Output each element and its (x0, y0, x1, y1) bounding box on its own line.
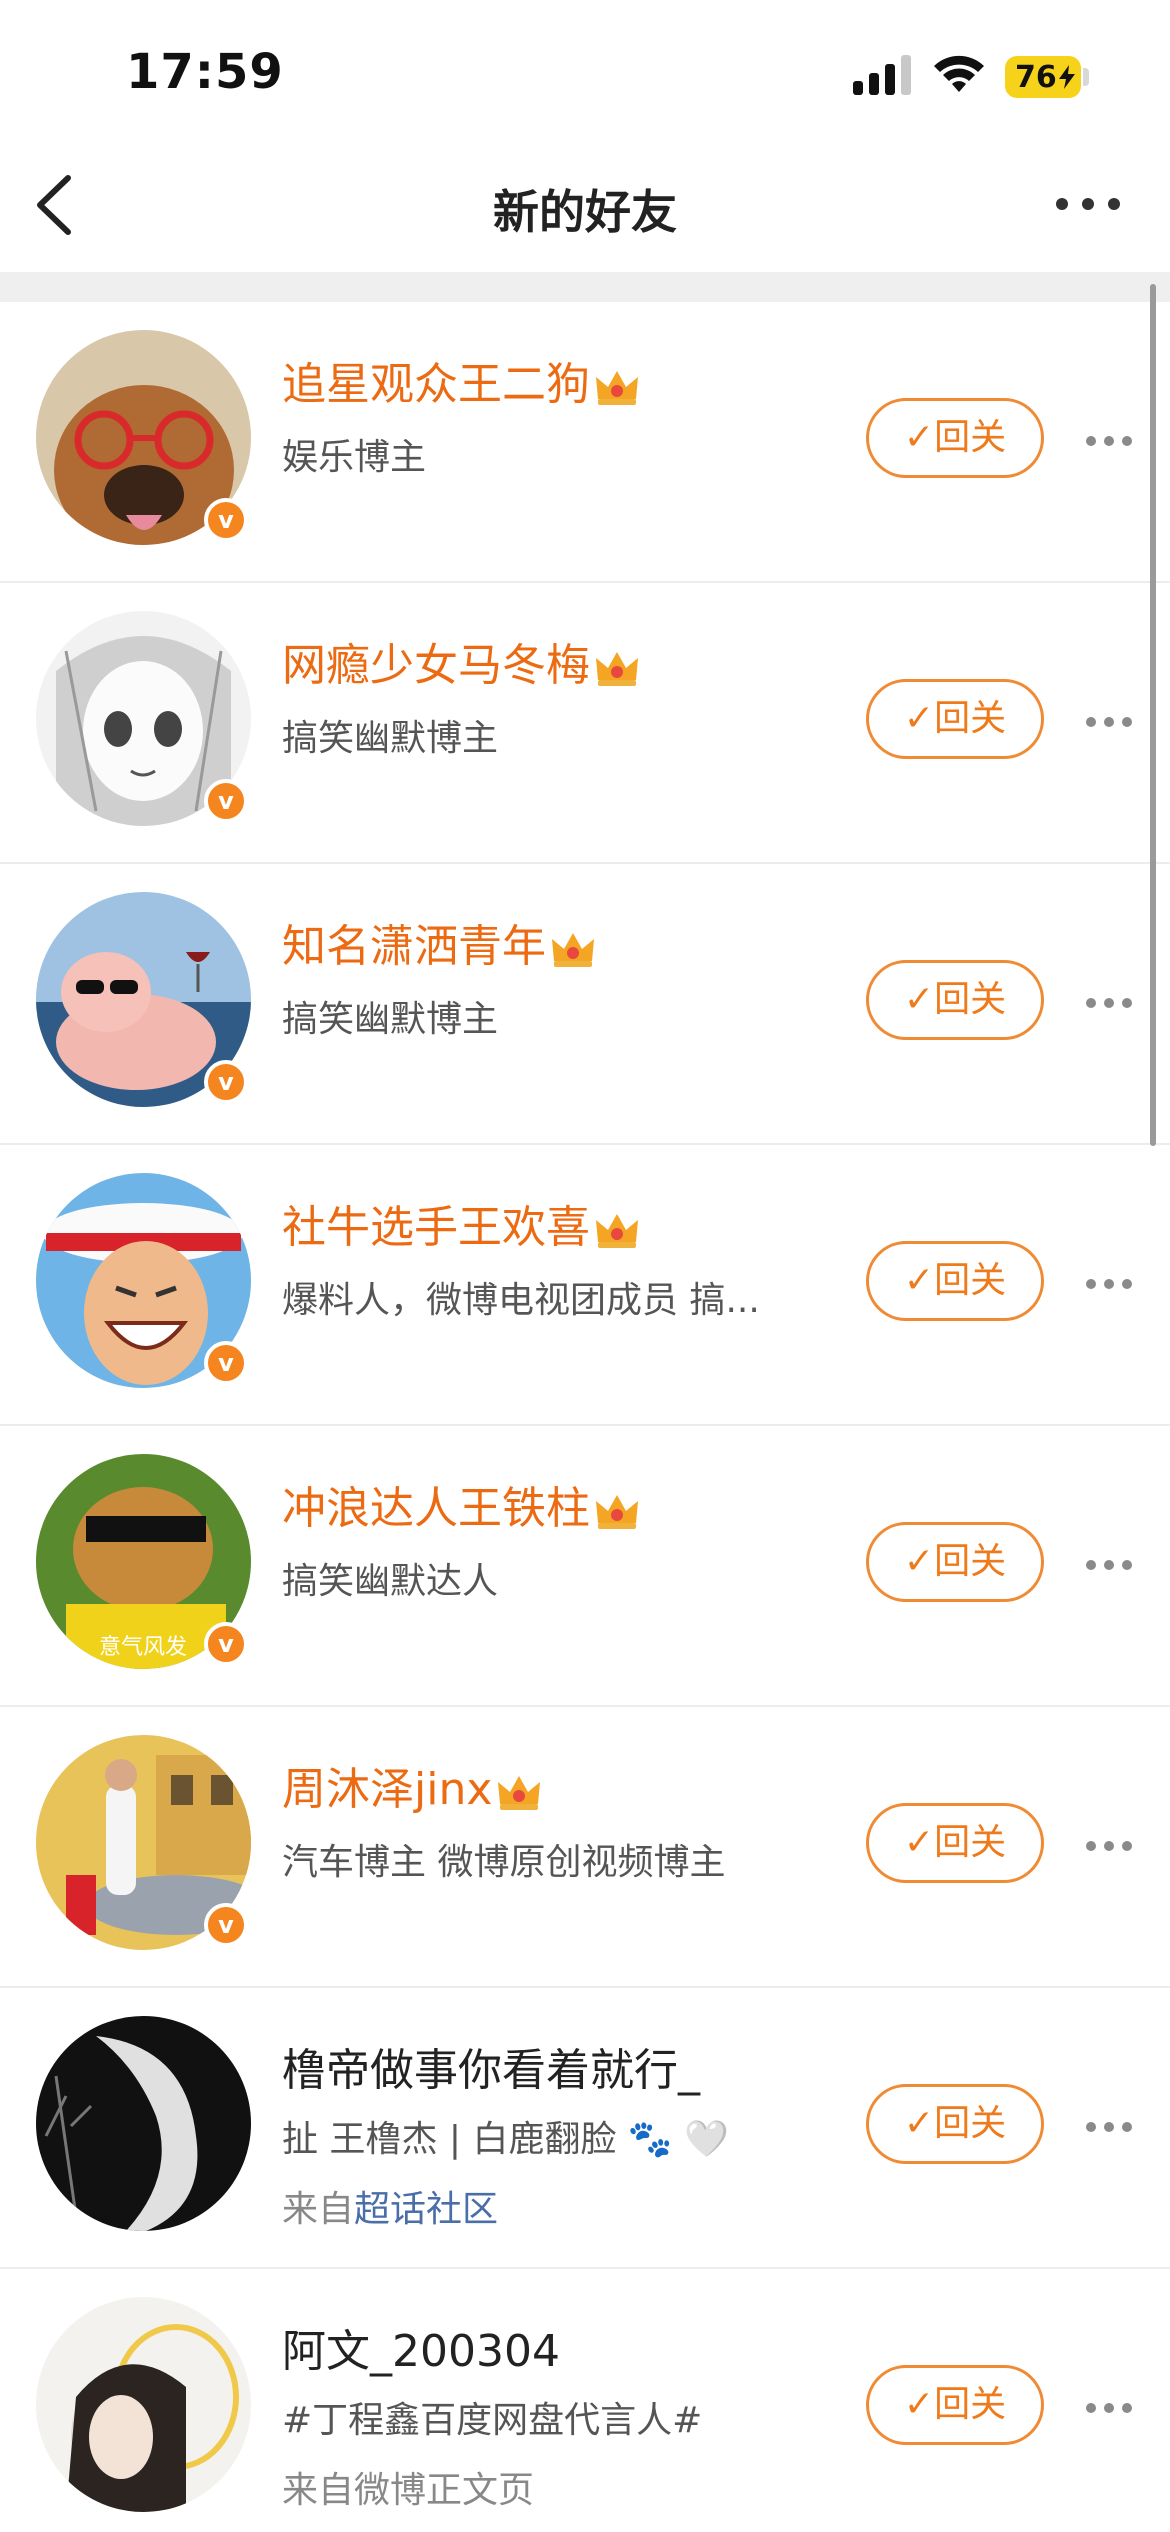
list-item[interactable]: 橹帝做事你看着就行_ 扯 王橹杰 | 白鹿翻脸 🐾 🤍 来自超话社区 ✓回关 (0, 1988, 1170, 2269)
row-more-icon[interactable] (1086, 2399, 1132, 2419)
user-description: 搞笑幽默博主 (282, 999, 499, 1040)
user-name-text: 知名潇洒青年 (282, 921, 546, 972)
user-name[interactable]: 追星观众王二狗 (282, 348, 640, 412)
verified-badge-icon: v (204, 779, 248, 823)
battery-level: 76 (1015, 60, 1057, 95)
follow-back-button[interactable]: ✓回关 (866, 1241, 1044, 1321)
user-name-text: 冲浪达人王铁柱 (282, 1483, 590, 1534)
user-name-text: 追星观众王二狗 (282, 359, 590, 410)
avatar[interactable] (36, 2016, 251, 2231)
wifi-icon (934, 55, 984, 92)
user-name[interactable]: 橹帝做事你看着就行_ (282, 2034, 700, 2098)
user-description: 汽车博主 微博原创视频博主 (282, 1842, 726, 1883)
status-time: 17:59 (126, 44, 284, 100)
row-more-icon[interactable] (1086, 1556, 1132, 1576)
vip-crown-icon (596, 1495, 638, 1529)
source-line: 来自微博正文页 (282, 2461, 534, 2513)
section-divider (0, 272, 1170, 302)
vip-crown-icon (498, 1776, 541, 1810)
verified-badge-icon: v (204, 498, 248, 542)
user-description: 搞笑幽默达人 (282, 1561, 499, 1602)
vip-crown-icon (552, 933, 594, 967)
follow-back-button[interactable]: ✓回关 (866, 960, 1044, 1040)
battery-icon: 76 (1005, 56, 1081, 98)
user-name[interactable]: 阿文_200304 (282, 2315, 560, 2379)
row-more-icon[interactable] (1086, 994, 1132, 1014)
user-name[interactable]: 冲浪达人王铁柱 (282, 1472, 640, 1536)
list-item[interactable]: 阿文_200304 #丁程鑫百度网盘代言人# 来自微博正文页 ✓回关 (0, 2269, 1170, 2532)
source-prefix: 来自微博正文页 (282, 2470, 535, 2511)
vip-crown-icon (596, 371, 638, 405)
follow-back-button[interactable]: ✓回关 (866, 679, 1044, 759)
follow-back-button[interactable]: ✓回关 (866, 1803, 1044, 1883)
source-link[interactable]: 超话社区 (354, 2189, 498, 2230)
list-item[interactable]: v 周沐泽jinx 汽车博主 微博原创视频博主 ✓回关 (0, 1707, 1170, 1988)
source-prefix: 来自 (282, 2189, 355, 2230)
status-bar: 17:59 76 (0, 0, 1170, 140)
user-name-text: 网瘾少女马冬梅 (282, 640, 590, 691)
user-name-text: 周沐泽jinx (282, 1764, 493, 1815)
row-more-icon[interactable] (1086, 1275, 1132, 1295)
user-name-text: 社牛选手王欢喜 (282, 1202, 590, 1253)
list-item[interactable]: v 知名潇洒青年 搞笑幽默博主 ✓回关 (0, 864, 1170, 1145)
page-title: 新的好友 (493, 185, 677, 239)
user-name[interactable]: 网瘾少女马冬梅 (282, 629, 640, 693)
verified-badge-icon: v (204, 1341, 248, 1385)
follow-back-button[interactable]: ✓回关 (866, 398, 1044, 478)
row-more-icon[interactable] (1086, 432, 1132, 452)
verified-badge-icon: v (204, 1622, 248, 1666)
user-description: #丁程鑫百度网盘代言人# (282, 2400, 703, 2441)
scrollbar[interactable] (1150, 284, 1156, 1146)
user-description: 娱乐博主 (282, 437, 427, 478)
cellular-signal-icon (853, 55, 911, 95)
source-line: 来自超话社区 (282, 2180, 498, 2232)
row-more-icon[interactable] (1086, 2118, 1132, 2138)
nav-bar: 新的好友 (0, 140, 1170, 270)
user-name[interactable]: 周沐泽jinx (282, 1753, 542, 1817)
follow-back-button[interactable]: ✓回关 (866, 2084, 1044, 2164)
row-more-icon[interactable] (1086, 1837, 1132, 1857)
verified-badge-icon: v (204, 1060, 248, 1104)
list-item[interactable]: v 追星观众王二狗 娱乐博主 ✓回关 (0, 302, 1170, 583)
user-description: 爆料人，微博电视团成员 搞... (282, 1280, 760, 1321)
avatar-caption: 意气风发 (99, 1635, 187, 1660)
user-name[interactable]: 知名潇洒青年 (282, 910, 596, 974)
avatar[interactable] (36, 2297, 251, 2512)
follow-back-button[interactable]: ✓回关 (866, 2365, 1044, 2445)
user-name[interactable]: 社牛选手王欢喜 (282, 1191, 640, 1255)
follow-back-button[interactable]: ✓回关 (866, 1522, 1044, 1602)
battery-cap (1083, 68, 1089, 86)
user-description: 扯 王橹杰 | 白鹿翻脸 🐾 🤍 (282, 2119, 729, 2160)
more-options-button[interactable] (1050, 182, 1130, 226)
list-item[interactable]: 意气风发 v 冲浪达人王铁柱 搞笑幽默达人 ✓回关 (0, 1426, 1170, 1707)
charging-bolt-icon (1059, 65, 1075, 89)
vip-crown-icon (596, 652, 638, 686)
verified-badge-icon: v (204, 1903, 248, 1947)
row-more-icon[interactable] (1086, 713, 1132, 733)
list-item[interactable]: v 社牛选手王欢喜 爆料人，微博电视团成员 搞... ✓回关 (0, 1145, 1170, 1426)
list-item[interactable]: v 网瘾少女马冬梅 搞笑幽默博主 ✓回关 (0, 583, 1170, 864)
vip-crown-icon (596, 1214, 638, 1248)
user-description: 搞笑幽默博主 (282, 718, 499, 759)
